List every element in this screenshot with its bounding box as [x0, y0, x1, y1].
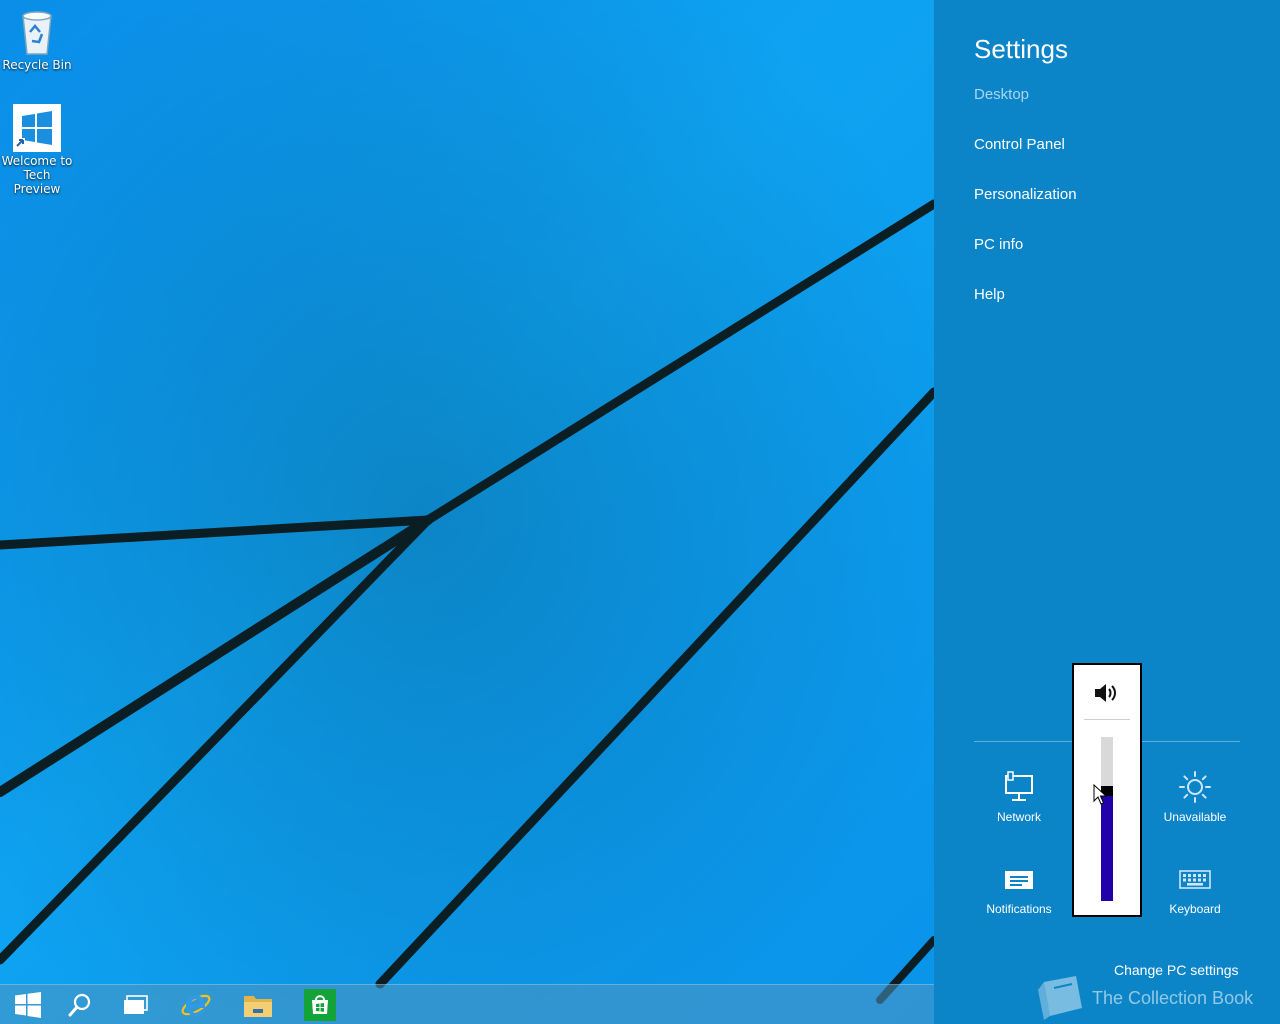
desktop-icon-label: Recycle Bin [2, 58, 72, 72]
task-view-icon [124, 995, 148, 1014]
tile-label: Network [996, 810, 1041, 824]
volume-slider[interactable] [1101, 737, 1113, 901]
book-icon [1038, 976, 1082, 1020]
taskbar [0, 984, 934, 1024]
volume-flyout [1072, 663, 1142, 917]
search-button[interactable] [52, 985, 108, 1024]
internet-explorer-icon [181, 994, 211, 1016]
network-icon [1005, 771, 1033, 801]
keyboard-icon [1179, 870, 1211, 889]
store-icon [304, 989, 336, 1021]
charm-link-pc-info[interactable]: PC info [974, 236, 1023, 253]
charm-link-control-panel[interactable]: Control Panel [974, 136, 1065, 153]
desktop-icon-label: Welcome to Tech Preview [1, 154, 73, 196]
tile-label: Unavailable [1163, 810, 1227, 824]
file-explorer-icon [244, 996, 272, 1017]
charm-title: Settings [974, 34, 1068, 64]
store-button[interactable] [292, 985, 348, 1024]
recycle-bin-icon [22, 11, 52, 55]
tile-label: Keyboard [1169, 902, 1221, 916]
notifications-icon [1005, 871, 1033, 889]
tile-notifications[interactable]: Notifications [974, 862, 1064, 916]
wallpaper-lines [0, 0, 934, 1024]
mouse-cursor-icon [1093, 784, 1107, 805]
file-explorer-button[interactable] [230, 985, 286, 1024]
desktop-icon-recycle-bin[interactable]: Recycle Bin [0, 6, 74, 72]
start-icon [15, 992, 41, 1018]
desktop-icon-welcome[interactable]: Welcome to Tech Preview [0, 104, 74, 196]
charm-link-help[interactable]: Help [974, 286, 1005, 303]
desktop: Recycle Bin Welcome to Tech Preview [0, 0, 934, 1024]
watermark: The Collection Book [1030, 974, 1270, 1022]
start-button[interactable] [0, 985, 56, 1024]
windows-logo-icon [13, 104, 61, 152]
tile-label: Notifications [986, 902, 1052, 916]
internet-explorer-button[interactable] [168, 985, 224, 1024]
watermark-text: The Collection Book [1092, 988, 1254, 1008]
tile-keyboard[interactable]: Keyboard [1150, 862, 1240, 916]
tile-network[interactable]: Network [974, 770, 1064, 824]
charm-context: Desktop [974, 86, 1030, 103]
speaker-icon[interactable] [1093, 681, 1121, 705]
charm-link-personalization[interactable]: Personalization [974, 186, 1077, 203]
search-icon [68, 993, 91, 1017]
task-view-button[interactable] [108, 985, 164, 1024]
volume-separator [1084, 719, 1130, 720]
brightness-icon [1179, 771, 1211, 803]
volume-level-fill [1101, 791, 1113, 901]
tile-brightness-unavailable[interactable]: Unavailable [1150, 770, 1240, 824]
